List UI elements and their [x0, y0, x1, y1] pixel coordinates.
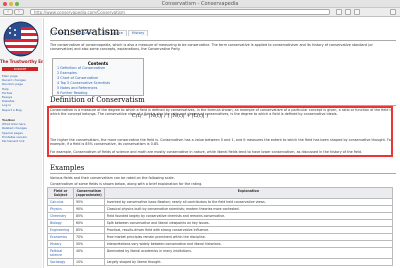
explanation: Invented by conservative Isaac Newton; n… [103, 198, 394, 206]
table-header-row: Field or Subject Conservatism (approxima… [47, 187, 394, 199]
conservatism-value: 85% [73, 226, 105, 234]
share-icon[interactable] [336, 9, 342, 15]
address-bar[interactable]: http://www.conservapedia.com/Conservatis… [30, 9, 330, 15]
table-row: Economics 70% Free market principles rem… [47, 233, 394, 241]
conservatism-value: 60% [73, 219, 105, 227]
field-name[interactable]: Political science [47, 247, 74, 259]
examples-note: Conservatism of some fields is shown bel… [50, 182, 203, 186]
field-name[interactable]: Chemistry [47, 212, 74, 220]
field-name[interactable]: Engineering [47, 226, 74, 234]
field-name[interactable]: Biology [47, 219, 74, 227]
explanation: Practical, results-driven field with str… [103, 226, 394, 234]
table-row: History 50% Interpretations vary widely … [47, 240, 394, 248]
table-row: Political science 40% Dominated by liber… [47, 247, 394, 259]
donate-button[interactable]: DONATE [2, 67, 38, 71]
window-titlebar: Conservatism - Conservapedia [0, 0, 400, 8]
field-name[interactable]: Sociology [47, 258, 74, 266]
title-divider [50, 40, 396, 41]
conservatism-value: 90% [73, 205, 105, 213]
section-divider [50, 173, 396, 174]
column-header: Field or Subject [47, 187, 74, 199]
conservatism-value: 95% [73, 198, 105, 206]
sidebar-nav: Main page Recent changes Random page Hel… [2, 74, 40, 112]
browser-toolbar: ‹ › http://www.conservapedia.com/Conserv… [0, 8, 400, 17]
field-name[interactable]: History [47, 240, 74, 248]
field-name[interactable]: Calculus [47, 198, 74, 206]
sidebar-item-report-bug[interactable]: Report a Bug [2, 108, 40, 112]
settings-icon[interactable] [390, 9, 396, 15]
conservatism-value: 70% [73, 233, 105, 241]
examples-intro: Various fields and their conservatism ca… [50, 176, 175, 180]
sidebar-toolbox: Toolbox What links here Related changes … [2, 118, 40, 143]
explanation: Interpretations vary widely between cons… [103, 240, 394, 248]
column-header: Explanation [103, 187, 394, 199]
intro-paragraph: The conservatism of conservapedia, which… [50, 43, 373, 52]
table-row: Sociology 10% Largely shaped by liberal … [47, 258, 394, 266]
table-row: Biology 60% Split between conservative a… [47, 219, 394, 227]
table-of-contents: Contents 1 Definition of Conservatism 2 … [52, 58, 144, 96]
explanation: Dominated by liberal academics in many i… [103, 247, 394, 259]
highlight-box [47, 106, 393, 157]
conservatism-value: 50% [73, 240, 105, 248]
field-name[interactable]: Economics [47, 233, 74, 241]
section-heading-definition: Definition of Conservatism [50, 96, 145, 104]
explanation: Largely shaped by liberal thought. [103, 258, 394, 266]
tab-history[interactable]: History [127, 30, 149, 36]
conservatism-value: 85% [73, 212, 105, 220]
examples-table: Field or Subject Conservatism (approxima… [47, 187, 394, 266]
conservatism-value: 40% [73, 247, 105, 259]
bookmark-icon[interactable] [345, 9, 351, 15]
logo-caption: The Trustworthy Encyclopedia [0, 59, 68, 64]
section-heading-examples: Examples [50, 164, 85, 172]
table-row: Calculus 95% Invented by conservative Is… [47, 198, 394, 206]
sidebar-item-permanent-link[interactable]: Permanent link [2, 139, 40, 143]
back-button[interactable]: ‹ [3, 9, 13, 15]
conservatism-value: 10% [73, 258, 105, 266]
window-title: Conservatism - Conservapedia [161, 1, 239, 7]
page-title: Conservatism [50, 27, 120, 38]
field-name[interactable]: Physics [47, 205, 74, 213]
column-header: Conservatism (approximate) [73, 187, 105, 199]
table-row: Chemistry 85% Field founded largely by c… [47, 212, 394, 220]
page-tabs: Article Discussion View source History [50, 19, 149, 36]
explanation: Field founded largely by conservative ch… [103, 212, 394, 220]
explanation: Free market principles remain prominent … [103, 233, 394, 241]
reader-icon[interactable] [354, 9, 360, 15]
left-sidebar: The Trustworthy Encyclopedia DONATE Main… [0, 18, 68, 268]
explanation: Classical physics built by conservative … [103, 205, 394, 213]
forward-button[interactable]: › [14, 9, 24, 15]
table-row: Physics 90% Classical physics built by c… [47, 205, 394, 213]
table-row: Engineering 85% Practical, results-drive… [47, 226, 394, 234]
explanation: Split between conservative and liberal v… [103, 219, 394, 227]
